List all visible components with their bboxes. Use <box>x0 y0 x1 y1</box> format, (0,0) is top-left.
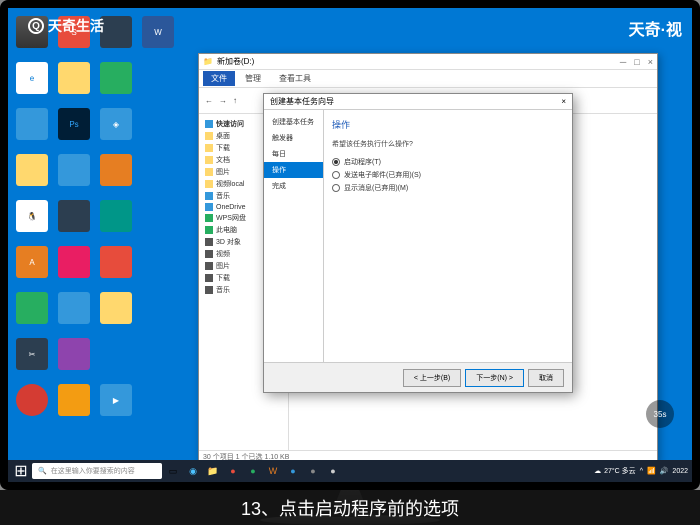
shield-icon[interactable]: ◈ <box>100 108 132 140</box>
app-icon[interactable] <box>142 62 174 94</box>
app-icon[interactable] <box>100 16 132 48</box>
ribbon: 文件 管理 查看工具 <box>199 70 657 88</box>
app-icon[interactable]: ▶ <box>100 384 132 416</box>
radio-option[interactable]: 发送电子邮件(已弃用)(S) <box>332 170 564 180</box>
next-button[interactable]: 下一步(N) > <box>465 369 524 387</box>
video-caption: 13、点击启动程序前的选项 <box>0 490 700 525</box>
app-icon[interactable] <box>58 338 90 370</box>
radio-option[interactable]: 显示消息(已弃用)(M) <box>332 183 564 193</box>
cancel-button[interactable]: 取消 <box>528 369 564 387</box>
taskbar-app[interactable]: ● <box>224 462 242 480</box>
app-icon[interactable] <box>100 200 132 232</box>
taskbar-app[interactable]: 📁 <box>204 462 222 480</box>
tab-file[interactable]: 文件 <box>203 71 235 86</box>
wizard-step[interactable]: 创建基本任务 <box>264 114 323 130</box>
dialog-footer: < 上一步(B) 下一步(N) > 取消 <box>264 362 572 392</box>
wechat-icon[interactable] <box>100 62 132 94</box>
network-icon[interactable]: 📶 <box>647 467 656 475</box>
capcut-icon[interactable]: ✂ <box>16 338 48 370</box>
wizard-step[interactable]: 完成 <box>264 178 323 194</box>
radio-option[interactable]: 启动程序(T) <box>332 157 564 167</box>
dialog-close-icon[interactable]: × <box>561 97 566 106</box>
wizard-step[interactable]: 操作 <box>264 162 323 178</box>
tab-tools[interactable]: 查看工具 <box>271 71 319 86</box>
app-icon[interactable]: A <box>16 246 48 278</box>
dialog-title-bar: 创建基本任务向导 × <box>264 94 572 110</box>
folder-icon[interactable] <box>16 154 48 186</box>
tab-manage[interactable]: 管理 <box>237 71 269 86</box>
wizard-dialog: 创建基本任务向导 × 创建基本任务触发器每日操作完成 操作 希望该任务执行什么操… <box>263 93 573 393</box>
wizard-step[interactable]: 触发器 <box>264 130 323 146</box>
back-button[interactable]: < 上一步(B) <box>403 369 461 387</box>
minimize-icon[interactable]: ─ <box>620 57 626 67</box>
app-icon[interactable] <box>100 154 132 186</box>
taskbar-app[interactable]: ◉ <box>184 462 202 480</box>
app-icon[interactable] <box>58 246 90 278</box>
photoshop-icon[interactable]: Ps <box>58 108 90 140</box>
word-icon[interactable]: W <box>142 16 174 48</box>
wizard-steps: 创建基本任务触发器每日操作完成 <box>264 110 324 362</box>
wizard-question: 希望该任务执行什么操作? <box>332 139 564 149</box>
app-icon[interactable] <box>142 338 174 370</box>
search-input[interactable]: 🔍 在这里输入你要搜索的内容 <box>32 463 162 479</box>
volume-icon[interactable]: 🔊 <box>660 467 669 475</box>
title-bar: 📁新加卷(D:) ─ □ × <box>199 54 657 70</box>
taskbar-app[interactable]: ● <box>304 462 322 480</box>
app-icon[interactable] <box>142 200 174 232</box>
close-icon[interactable]: × <box>648 57 653 67</box>
timer-badge: 35s <box>646 400 674 428</box>
watermark-left: Q天奇生活 <box>28 16 104 36</box>
app-icon[interactable] <box>142 292 174 324</box>
up-icon[interactable]: ↑ <box>233 96 237 105</box>
tray-icon[interactable]: ^ <box>640 468 643 475</box>
app-icon[interactable] <box>100 246 132 278</box>
back-icon[interactable]: ← <box>205 96 213 105</box>
taskbar-app[interactable]: ● <box>244 462 262 480</box>
maximize-icon[interactable]: □ <box>634 57 639 67</box>
taskbar: ⊞ 🔍 在这里输入你要搜索的内容 ▭ ◉ 📁 ● ● W ● ● ● ☁ 27°… <box>8 460 692 482</box>
edge-icon[interactable]: e <box>16 62 48 94</box>
taskbar-app[interactable]: ● <box>324 462 342 480</box>
netease-icon[interactable] <box>16 384 48 416</box>
system-tray[interactable]: ☁ 27°C 多云 ^ 📶 🔊 2022 <box>594 466 688 476</box>
weather-widget[interactable]: ☁ 27°C 多云 <box>594 466 636 476</box>
desktop-icons: S W e Ps ◈ 🐧 A ✂ <box>16 16 178 426</box>
qq-icon[interactable]: 🐧 <box>16 200 48 232</box>
wizard-step[interactable]: 每日 <box>264 146 323 162</box>
desktop: S W e Ps ◈ 🐧 A ✂ <box>8 8 692 460</box>
app-icon[interactable] <box>58 154 90 186</box>
app-icon[interactable] <box>58 384 90 416</box>
task-view-icon[interactable]: ▭ <box>164 462 182 480</box>
watermark-right: 天奇·视 <box>629 16 682 40</box>
wizard-heading: 操作 <box>332 118 564 131</box>
window-title: 新加卷(D:) <box>217 56 254 67</box>
dialog-title: 创建基本任务向导 <box>270 96 334 107</box>
wizard-content: 操作 希望该任务执行什么操作? 启动程序(T) 发送电子邮件(已弃用)(S) 显示消… <box>324 110 572 362</box>
clock[interactable]: 2022 <box>672 468 688 475</box>
folder-icon[interactable] <box>100 292 132 324</box>
app-icon[interactable] <box>58 200 90 232</box>
taskbar-app[interactable]: ● <box>284 462 302 480</box>
taskbar-app[interactable]: W <box>264 462 282 480</box>
app-icon[interactable] <box>142 108 174 140</box>
app-icon[interactable] <box>16 292 48 324</box>
forward-icon[interactable]: → <box>219 96 227 105</box>
app-icon[interactable] <box>58 292 90 324</box>
app-icon[interactable] <box>16 108 48 140</box>
app-icon[interactable] <box>142 154 174 186</box>
folder-icon[interactable] <box>58 62 90 94</box>
start-button[interactable]: ⊞ <box>12 462 30 480</box>
app-icon[interactable] <box>142 246 174 278</box>
app-icon[interactable] <box>100 338 132 370</box>
